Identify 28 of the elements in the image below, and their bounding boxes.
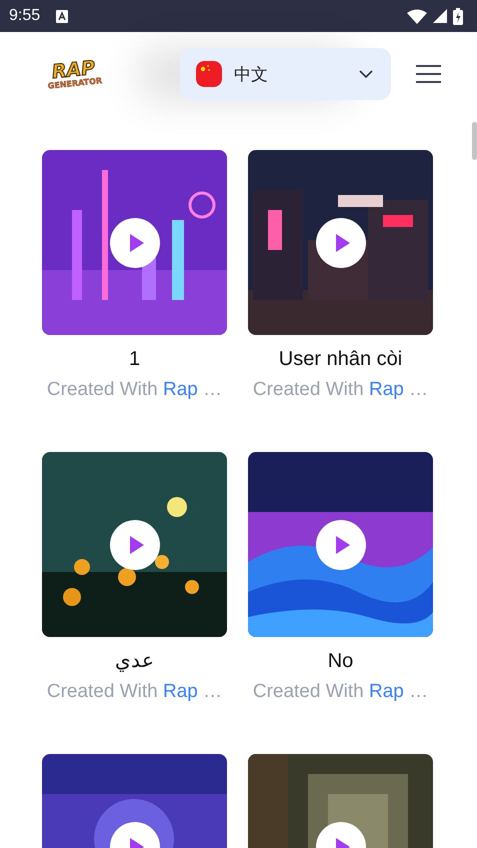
caption-text: Created With Rap … xyxy=(46,681,222,703)
caption-text: Created With Rap … xyxy=(252,379,428,401)
flag-icon xyxy=(196,61,222,87)
wifi-icon xyxy=(407,8,427,24)
logo-text: GENERATOR xyxy=(48,76,102,90)
rap-link[interactable]: Rap xyxy=(163,379,198,400)
language-dropdown[interactable]: 中文 xyxy=(180,48,391,100)
song-title: No xyxy=(328,649,354,673)
play-button[interactable] xyxy=(316,218,366,268)
logo[interactable]: RAP GENERATOR xyxy=(40,57,108,91)
rap-link[interactable]: Rap xyxy=(369,379,404,400)
rap-link[interactable]: Rap xyxy=(163,681,198,702)
song-title: User nhân còi xyxy=(278,347,402,371)
notification-icon xyxy=(56,10,68,22)
scrollbar-thumb[interactable] xyxy=(472,122,477,160)
caption-text: Created With Rap … xyxy=(252,681,428,703)
play-button[interactable] xyxy=(110,520,160,570)
song-title: عدي xyxy=(115,649,154,673)
menu-button[interactable] xyxy=(416,65,441,83)
rap-link[interactable]: Rap xyxy=(369,681,404,702)
menu-icon xyxy=(416,65,441,83)
chevron-down-icon xyxy=(359,70,373,78)
battery-icon xyxy=(453,8,463,24)
caption-text: Created With Rap … xyxy=(46,379,222,401)
signal-icon xyxy=(433,9,447,23)
clock-text: 9:55 xyxy=(9,7,40,25)
song-title: 1 xyxy=(128,347,140,371)
play-button[interactable] xyxy=(110,218,160,268)
